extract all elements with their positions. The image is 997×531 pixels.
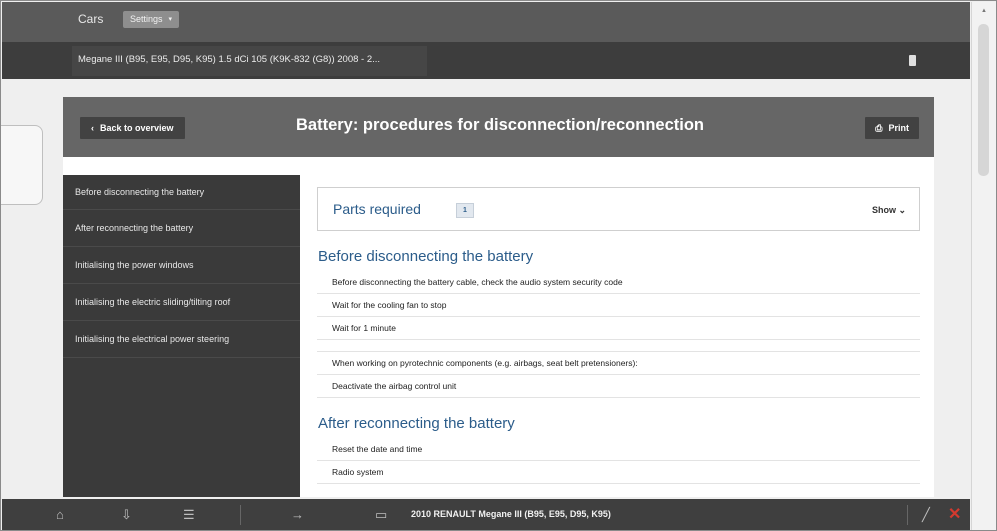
folder-icon[interactable]: ▭ — [375, 507, 387, 523]
list-item: Before disconnecting the battery cable, … — [317, 271, 920, 294]
side-panel-handle[interactable] — [1, 125, 43, 205]
settings-label: Settings — [130, 14, 163, 24]
tools-icon[interactable]: ╱ — [922, 507, 930, 523]
vehicle-bar: Megane III (B95, E95, D95, K95) 1.5 dCi … — [2, 42, 970, 79]
list-item: Wait for 1 minute — [317, 317, 920, 340]
chevron-down-icon: ▾ — [168, 16, 173, 23]
settings-dropdown[interactable]: Settings ▾ — [123, 11, 180, 28]
chevron-left-icon: ‹ — [91, 123, 94, 133]
section-heading: After reconnecting the battery — [318, 415, 515, 432]
parts-required-label: Parts required — [333, 201, 421, 217]
show-parts-toggle[interactable]: Show ⌄ — [872, 205, 906, 216]
collapse-icon[interactable]: ⇩ — [121, 507, 132, 523]
parts-count-badge: 1 — [456, 203, 474, 218]
app-window: Cars Settings ▾ Megane III (B95, E95, D9… — [0, 0, 997, 531]
list-icon[interactable]: ☰ — [183, 507, 195, 523]
toolbar-divider — [907, 505, 908, 525]
bottom-toolbar: ⌂ ⇩ ☰ → ▭ 2010 RENAULT Megane III (B95, … — [2, 499, 970, 530]
vertical-scrollbar[interactable]: ▲ — [971, 2, 996, 530]
parts-required-panel: Parts required 1 Show ⌄ — [317, 187, 920, 231]
device-icon[interactable] — [909, 55, 916, 66]
print-button[interactable]: ⎙ Print — [865, 117, 919, 139]
alert-icon[interactable]: ✕ — [948, 504, 961, 524]
sidebar-item-sliding-roof[interactable]: Initialising the electric sliding/tiltin… — [63, 284, 300, 321]
vehicle-info-label: 2010 RENAULT Megane III (B95, E95, D95, … — [411, 509, 611, 519]
scroll-up-icon[interactable]: ▲ — [981, 8, 987, 14]
back-to-overview-button[interactable]: ‹ Back to overview — [80, 117, 185, 139]
back-label: Back to overview — [100, 123, 174, 133]
page-title: Battery: procedures for disconnection/re… — [296, 116, 704, 134]
sidebar-item-after-reconnecting[interactable]: After reconnecting the battery — [63, 210, 300, 247]
list-divider — [317, 340, 920, 352]
scrollbar-thumb[interactable] — [978, 24, 989, 176]
printer-icon: ⎙ — [875, 123, 883, 133]
garage-icon[interactable]: ⌂ — [56, 507, 64, 522]
vehicle-title[interactable]: Megane III (B95, E95, D95, K95) 1.5 dCi … — [78, 54, 380, 65]
top-nav-bar: Cars Settings ▾ — [2, 2, 970, 42]
list-item: Reset the date and time — [317, 438, 920, 461]
list-item: Radio system — [317, 461, 920, 484]
list-item: When working on pyrotechnic components (… — [317, 352, 920, 375]
section-heading: Before disconnecting the battery — [318, 248, 534, 265]
list-item: Wait for the cooling fan to stop — [317, 294, 920, 317]
procedure-header: ‹ Back to overview Battery: procedures f… — [63, 97, 934, 157]
print-label: Print — [888, 123, 909, 133]
procedure-body: Before disconnecting the battery After r… — [63, 157, 934, 497]
tab-cars[interactable]: Cars — [78, 12, 103, 26]
toolbar-divider — [240, 505, 241, 525]
arrow-right-icon[interactable]: → — [291, 507, 304, 522]
procedure-content: Parts required 1 Show ⌄ Before disconnec… — [317, 187, 920, 484]
list-item: Deactivate the airbag control unit — [317, 375, 920, 398]
sidebar-item-power-windows[interactable]: Initialising the power windows — [63, 247, 300, 284]
sidebar-item-before-disconnecting[interactable]: Before disconnecting the battery — [63, 175, 300, 210]
sidebar-item-power-steering[interactable]: Initialising the electrical power steeri… — [63, 321, 300, 358]
section-sidebar: Before disconnecting the battery After r… — [63, 175, 300, 497]
